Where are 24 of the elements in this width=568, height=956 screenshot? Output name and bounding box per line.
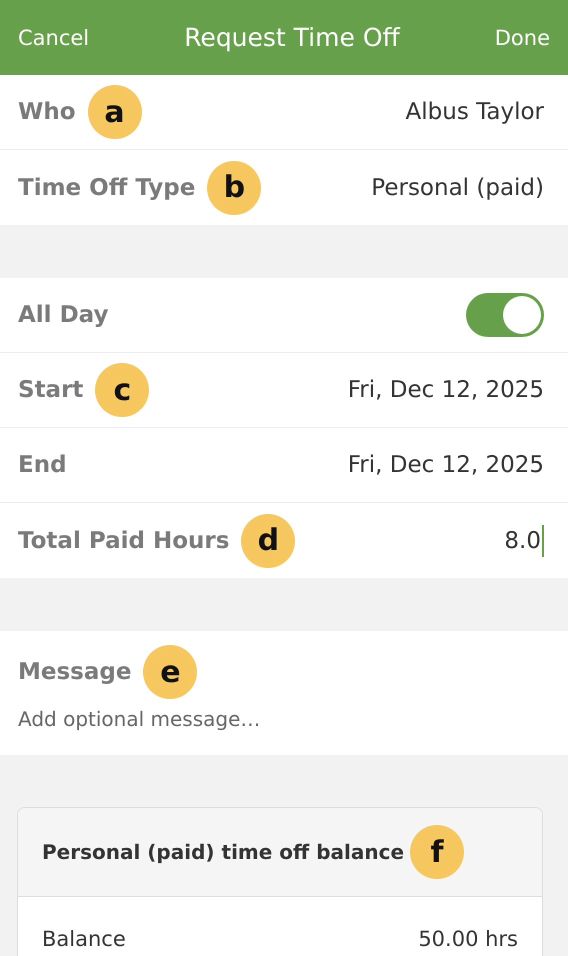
balance-value: 50.00 hrs	[418, 927, 518, 951]
annotation-badge: f	[410, 825, 464, 879]
field-label: Who	[18, 99, 76, 125]
field-value[interactable]: Personal (paid)	[371, 174, 544, 200]
field-label: Message	[18, 659, 132, 685]
card-title: Personal (paid) time off balance	[42, 840, 404, 864]
balance-label: Balance	[42, 927, 126, 951]
message-input-field[interactable]: Add optional message…	[0, 699, 568, 755]
field-label: Time Off Type	[18, 174, 196, 200]
annotation-badge: b	[207, 160, 262, 214]
field-label: End	[18, 452, 67, 478]
annotation-badge: a	[88, 85, 142, 139]
annotation-badge: c	[95, 363, 150, 417]
field-label: Total Paid Hours	[18, 528, 230, 554]
field-label: Start	[18, 377, 84, 403]
annotation-badge: d	[241, 514, 296, 568]
field-value[interactable]: Fri, Dec 12, 2025	[348, 452, 544, 478]
annotation-badge: e	[143, 645, 198, 699]
hours-input-field[interactable]: 8.0	[504, 524, 544, 556]
screen-title: Request Time Off	[184, 23, 400, 52]
field-label: All Day	[18, 302, 108, 328]
toggle-switch[interactable]	[466, 293, 544, 337]
field-value[interactable]: Albus Taylor	[406, 99, 544, 125]
field-value[interactable]: Fri, Dec 12, 2025	[348, 377, 544, 403]
